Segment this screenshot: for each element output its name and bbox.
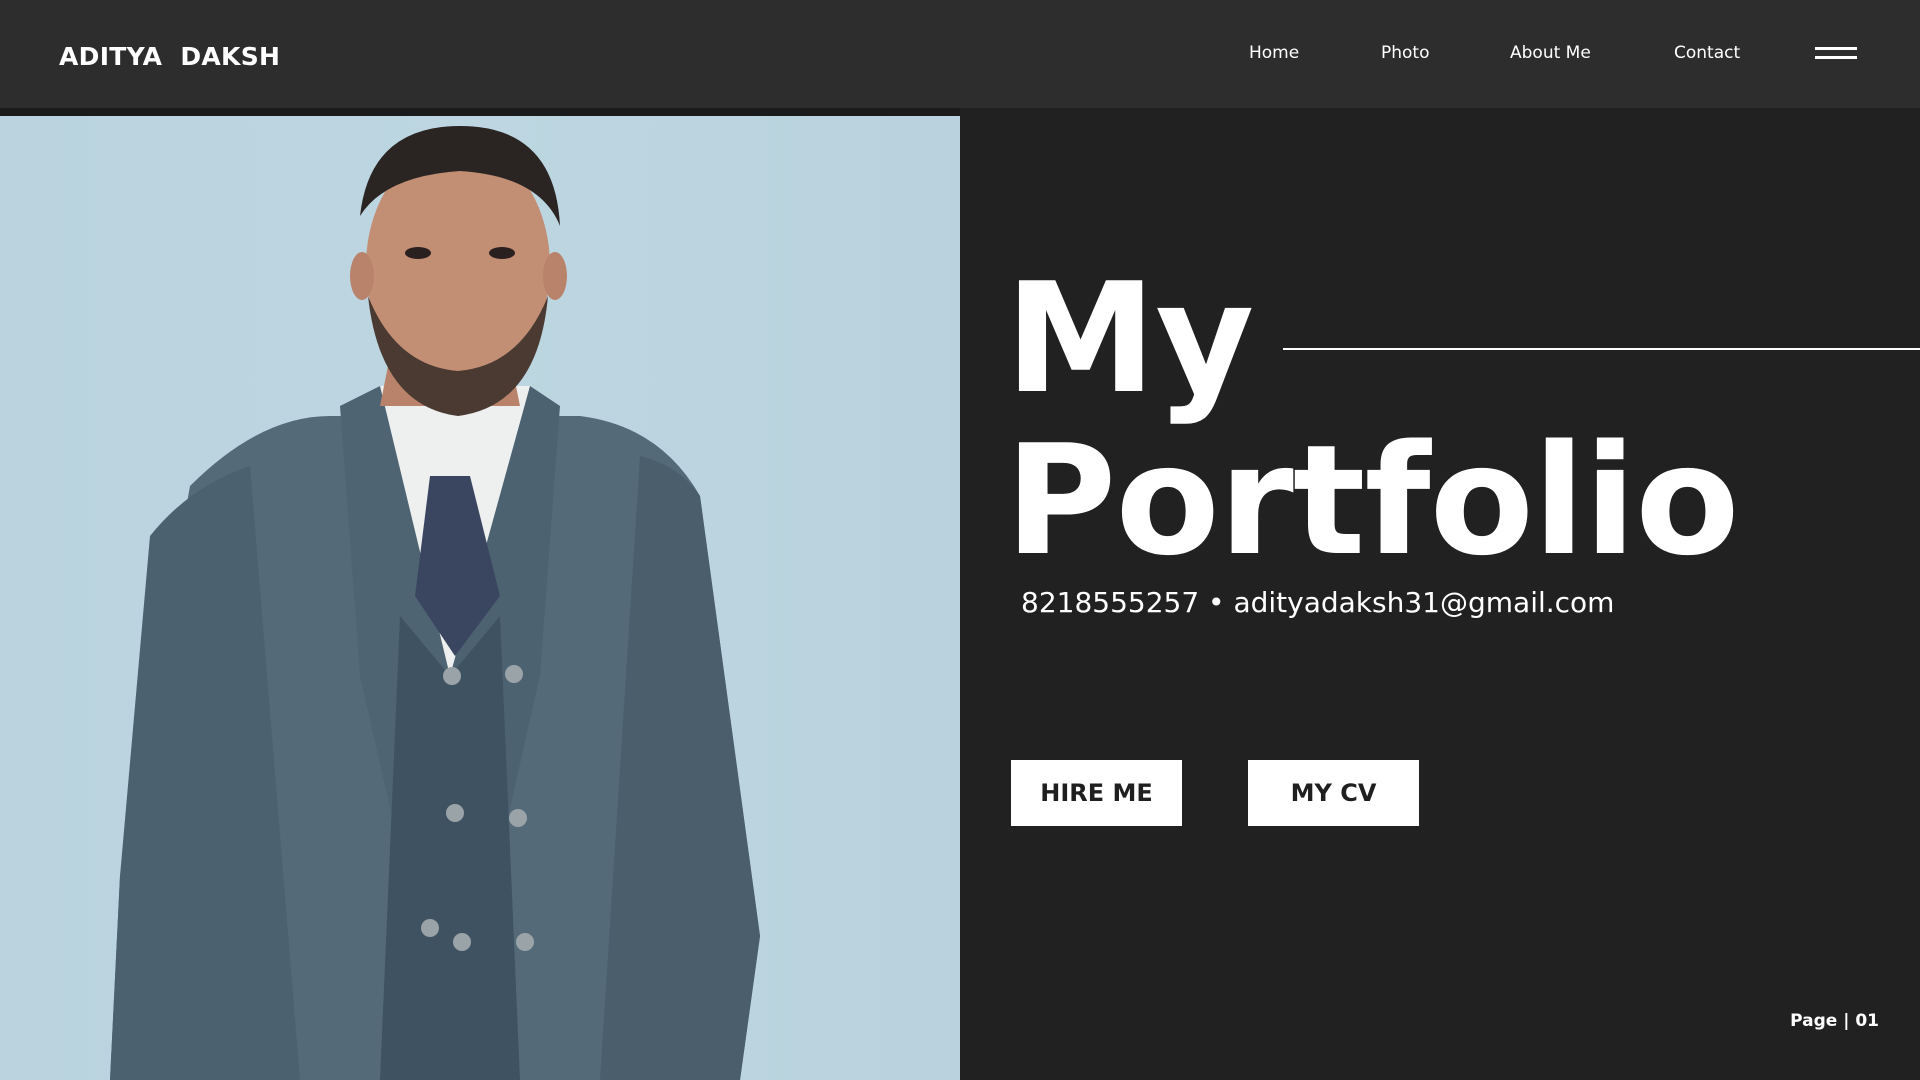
contact-info: 8218555257 • adityadaksh31@gmail.com — [1021, 586, 1615, 619]
title-divider-line — [1283, 348, 1920, 350]
portrait-illustration — [110, 126, 760, 1080]
hire-me-button[interactable]: HIRE ME — [1011, 760, 1182, 826]
hero-title-my: My — [1005, 250, 1254, 427]
top-navbar: ADITYA DAKSH Home Photo About Me Contact — [0, 0, 1920, 108]
hero-title-portfolio: Portfolio — [1005, 412, 1740, 589]
hamburger-menu-icon[interactable] — [1815, 45, 1857, 61]
nav-home[interactable]: Home — [1249, 43, 1299, 63]
navbar-shadow — [0, 108, 960, 116]
brand-name[interactable]: ADITYA DAKSH — [59, 42, 280, 71]
nav-photo[interactable]: Photo — [1381, 43, 1430, 63]
my-cv-button[interactable]: MY CV — [1248, 760, 1419, 826]
nav-about-me[interactable]: About Me — [1510, 43, 1591, 63]
profile-photo — [0, 116, 960, 1080]
nav-contact[interactable]: Contact — [1674, 43, 1740, 63]
page-number: Page | 01 — [1790, 1011, 1879, 1031]
